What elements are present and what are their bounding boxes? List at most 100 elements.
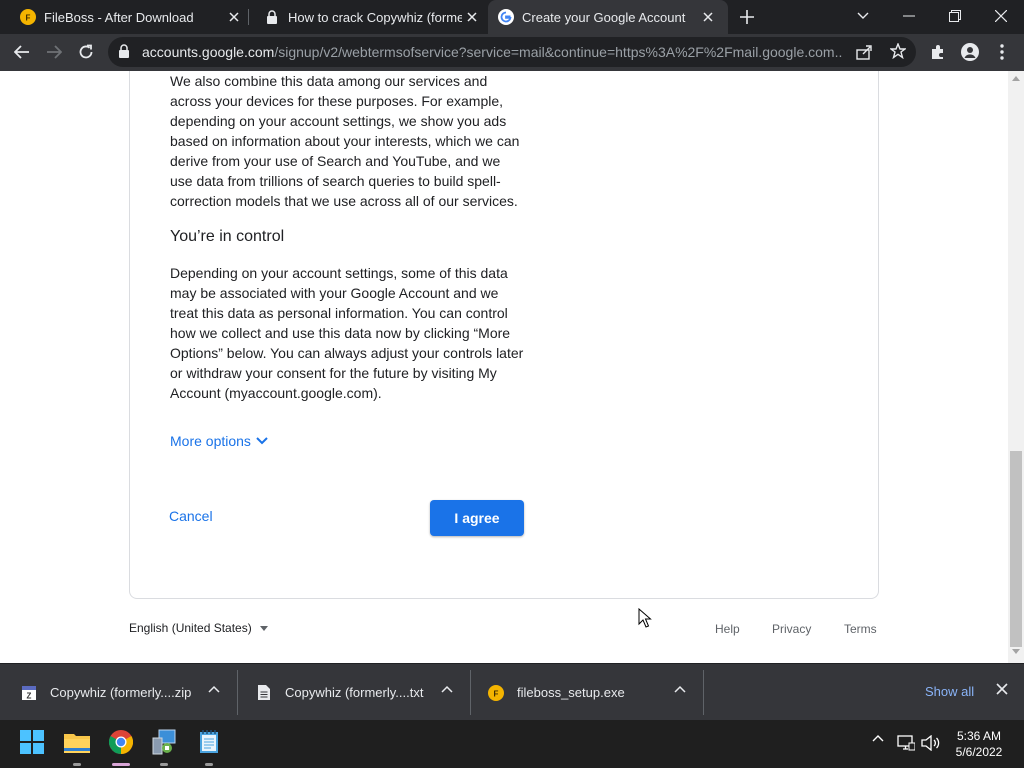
forward-button[interactable] bbox=[41, 39, 67, 65]
system-clock[interactable]: 5:36 AM 5/6/2022 bbox=[948, 728, 1010, 760]
chrome-logo-icon bbox=[109, 730, 133, 754]
download-filename: Copywhiz (formerly....zip bbox=[50, 685, 192, 700]
download-divider bbox=[237, 670, 238, 715]
lock-icon bbox=[264, 9, 280, 25]
bookmark-star-icon[interactable] bbox=[888, 42, 908, 64]
notepad-icon bbox=[200, 730, 218, 753]
download-item[interactable]: F fileboss_setup.exe bbox=[487, 664, 703, 721]
text-file-icon bbox=[255, 684, 273, 702]
tab-title: FileBoss - After Download bbox=[44, 9, 194, 25]
tab-google-account[interactable]: Create your Google Account bbox=[488, 0, 728, 34]
arrow-right-icon bbox=[47, 45, 62, 59]
running-indicator bbox=[73, 763, 81, 766]
reload-button[interactable] bbox=[73, 39, 99, 65]
google-logo-icon bbox=[498, 9, 514, 25]
section-heading: You’re in control bbox=[170, 228, 285, 245]
privacy-link[interactable]: Privacy bbox=[772, 622, 811, 636]
windows-logo-icon bbox=[20, 730, 44, 754]
chrome-button[interactable] bbox=[107, 728, 135, 756]
chevron-up-icon[interactable] bbox=[441, 685, 453, 693]
restore-button[interactable] bbox=[932, 0, 978, 32]
tab-title: Create your Google Account bbox=[522, 9, 686, 25]
cancel-button[interactable]: Cancel bbox=[169, 508, 213, 524]
back-button[interactable] bbox=[9, 39, 35, 65]
page-scrollbar[interactable] bbox=[1008, 71, 1024, 663]
clock-time: 5:36 AM bbox=[956, 729, 1002, 743]
active-indicator bbox=[112, 763, 130, 766]
arrow-left-icon bbox=[14, 45, 29, 59]
url-path: /signup/v2/webtermsofservice?service=mai… bbox=[274, 44, 842, 60]
close-window-button[interactable] bbox=[978, 0, 1024, 32]
running-indicator bbox=[160, 763, 168, 766]
tab-title: How to crack Copywhiz (formerly bbox=[288, 9, 462, 25]
download-filename: fileboss_setup.exe bbox=[517, 685, 625, 700]
new-tab-button[interactable] bbox=[736, 6, 758, 28]
address-bar[interactable]: accounts.google.com/signup/v2/webtermsof… bbox=[108, 37, 916, 67]
terms-paragraph: We also combine this data among our serv… bbox=[170, 73, 520, 209]
download-divider bbox=[703, 670, 704, 715]
close-icon[interactable] bbox=[996, 683, 1008, 695]
language-label: English (United States) bbox=[129, 621, 252, 635]
url-text[interactable]: accounts.google.com/signup/v2/webtermsof… bbox=[142, 44, 842, 60]
more-options-link[interactable]: More options bbox=[170, 433, 268, 449]
minimize-button[interactable] bbox=[886, 0, 932, 32]
download-divider bbox=[470, 670, 471, 715]
chevron-down-icon bbox=[256, 437, 268, 445]
page-viewport: We also combine this data among our serv… bbox=[0, 71, 1024, 663]
extensions-button[interactable] bbox=[925, 39, 951, 65]
svg-text:Z: Z bbox=[27, 691, 32, 700]
scroll-up-arrow-icon[interactable] bbox=[1012, 75, 1020, 81]
menu-button[interactable] bbox=[989, 39, 1015, 65]
installer-app-button[interactable] bbox=[150, 728, 178, 756]
close-tab-icon[interactable] bbox=[462, 7, 482, 27]
close-tab-icon[interactable] bbox=[224, 7, 244, 27]
terms-paragraph: Depending on your account settings, some… bbox=[170, 265, 524, 401]
share-icon[interactable] bbox=[856, 44, 872, 65]
zip-file-icon: Z bbox=[20, 684, 38, 702]
terms-link[interactable]: Terms bbox=[844, 622, 877, 636]
running-indicator bbox=[205, 763, 213, 766]
svg-text:F: F bbox=[494, 689, 499, 698]
url-host: accounts.google.com bbox=[142, 44, 275, 60]
show-all-downloads-button[interactable]: Show all bbox=[925, 684, 974, 699]
chevron-down-icon bbox=[857, 12, 869, 19]
download-item[interactable]: Z Copywhiz (formerly....zip bbox=[20, 664, 236, 721]
network-icon[interactable] bbox=[897, 735, 915, 751]
installer-icon bbox=[152, 729, 176, 755]
avatar-icon bbox=[961, 43, 979, 61]
puzzle-icon bbox=[932, 45, 943, 59]
windows-taskbar: 5:36 AM 5/6/2022 bbox=[0, 720, 1024, 768]
download-shelf: Z Copywhiz (formerly....zip Copywhiz (fo… bbox=[0, 663, 1024, 720]
folder-icon bbox=[64, 734, 90, 753]
chevron-up-icon[interactable] bbox=[872, 734, 884, 742]
file-explorer-button[interactable] bbox=[63, 728, 91, 756]
tab-search-button[interactable] bbox=[840, 0, 886, 32]
profile-button[interactable] bbox=[957, 39, 983, 65]
tab-copywhiz[interactable]: How to crack Copywhiz (formerly bbox=[244, 0, 488, 34]
volume-icon[interactable] bbox=[921, 735, 941, 751]
start-button[interactable] bbox=[18, 728, 46, 756]
browser-toolbar: accounts.google.com/signup/v2/webtermsof… bbox=[0, 34, 1024, 71]
mouse-pointer-icon bbox=[638, 608, 652, 628]
fileboss-logo-icon: F bbox=[20, 9, 36, 25]
notepad-button[interactable] bbox=[195, 728, 223, 756]
language-selector[interactable]: English (United States) bbox=[129, 621, 268, 635]
reload-icon bbox=[79, 44, 93, 59]
fileboss-logo-icon: F bbox=[487, 684, 505, 702]
clock-date: 5/6/2022 bbox=[955, 745, 1003, 759]
scrollbar-thumb[interactable] bbox=[1010, 451, 1022, 647]
download-item[interactable]: Copywhiz (formerly....txt bbox=[255, 664, 469, 721]
chevron-up-icon[interactable] bbox=[674, 685, 686, 693]
i-agree-button[interactable]: I agree bbox=[430, 500, 524, 536]
kebab-menu-icon bbox=[1000, 44, 1004, 60]
lock-icon[interactable] bbox=[118, 44, 130, 64]
tab-fileboss[interactable]: F FileBoss - After Download bbox=[0, 0, 250, 34]
tab-strip: F FileBoss - After Download How to crack… bbox=[0, 0, 1024, 34]
close-tab-icon[interactable] bbox=[698, 7, 718, 27]
svg-text:F: F bbox=[26, 14, 31, 23]
chevron-up-icon[interactable] bbox=[208, 685, 220, 693]
dropdown-arrow-icon bbox=[259, 625, 268, 631]
scroll-down-arrow-icon[interactable] bbox=[1012, 649, 1020, 655]
download-filename: Copywhiz (formerly....txt bbox=[285, 685, 424, 700]
help-link[interactable]: Help bbox=[715, 622, 740, 636]
